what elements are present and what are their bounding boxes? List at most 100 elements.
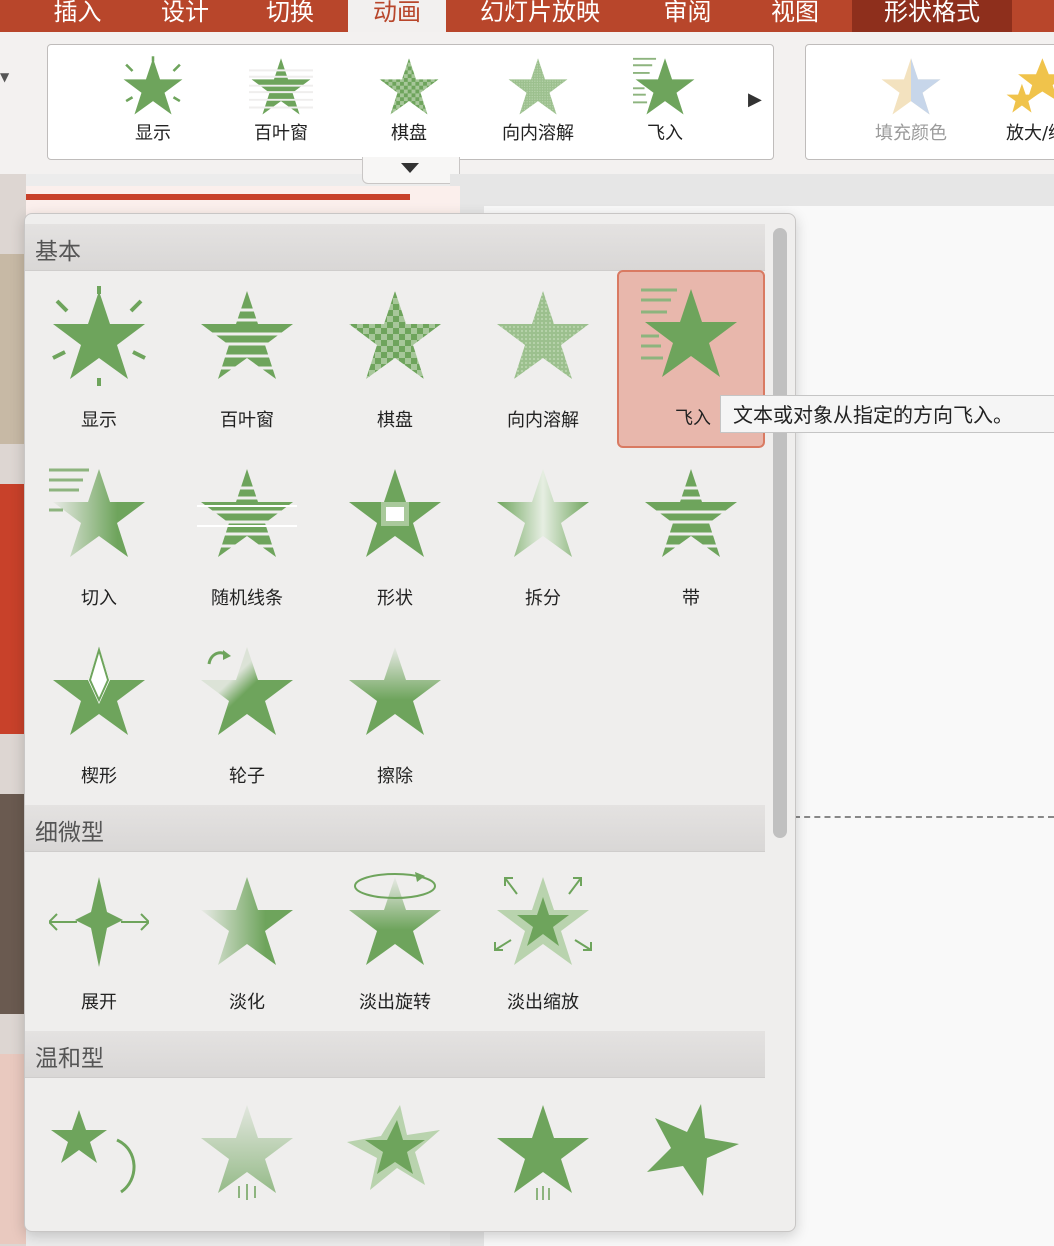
animation-gallery: 显示 百叶窗 棋盘 向内溶解 飞入 ▶ [47, 44, 774, 160]
effect-moderate-5[interactable] [617, 1086, 765, 1231]
effect-fade-zoom[interactable]: 淡出缩放 [469, 858, 617, 1036]
effect-label: 向内溶解 [507, 410, 579, 431]
gallery-expand-button[interactable] [362, 157, 460, 184]
section-title: 温和型 [35, 1046, 104, 1072]
tab-animations[interactable]: 动画 [348, 0, 446, 32]
effect-shape[interactable]: 形状 [321, 450, 469, 628]
effect-label: 百叶窗 [220, 410, 274, 431]
effect-moderate-3[interactable] [321, 1086, 469, 1231]
gallery-label: 棋盘 [391, 123, 427, 144]
split-star-icon [497, 469, 589, 557]
fade-star-icon [201, 877, 293, 965]
effect-wipe[interactable]: 擦除 [321, 628, 469, 806]
checkerboard-star-icon [379, 58, 439, 115]
effect-appear[interactable]: 显示 [25, 272, 173, 450]
expand-star-icon [49, 877, 149, 967]
effect-label: 随机线条 [211, 588, 283, 609]
gallery-label: 显示 [135, 123, 171, 144]
section-title: 基本 [35, 239, 81, 265]
section-title: 细微型 [35, 820, 104, 846]
effect-fade[interactable]: 淡化 [173, 858, 321, 1036]
tab-transitions[interactable]: 切换 [245, 0, 335, 32]
effect-moderate-1[interactable] [25, 1086, 173, 1231]
fill-color-star-icon [881, 58, 941, 115]
fly-in-star-icon [633, 57, 696, 116]
effect-dissolve-in[interactable]: 向内溶解 [469, 272, 617, 450]
dissolve-star-icon [497, 291, 589, 379]
gallery-item-appear[interactable]: 显示 [118, 55, 188, 145]
fly-in-star-icon [641, 287, 739, 379]
effect-blinds[interactable]: 百叶窗 [173, 272, 321, 450]
thumbnail-4[interactable] [0, 1054, 26, 1244]
effect-moderate-2[interactable] [173, 1086, 321, 1231]
gallery-item-checkerboard[interactable]: 棋盘 [374, 55, 444, 145]
effect-label: 淡出旋转 [359, 992, 431, 1013]
thumbnail-1[interactable] [0, 254, 26, 444]
checkerboard-star-icon [349, 291, 441, 379]
popup-scrollbar[interactable] [773, 228, 787, 838]
grow-shrink-button[interactable]: 放大/缩 [996, 55, 1054, 145]
section-header-subtle: 细微型 [25, 805, 765, 852]
strips-star-icon [641, 467, 741, 559]
ribbon: ▼ 显示 百叶窗 棋盘 向内溶解 飞入 ▶ 填充颜色 放大/缩 [0, 32, 1054, 174]
random-bars-star-icon [197, 467, 297, 559]
gallery-label: 飞入 [647, 123, 683, 144]
effect-label: 展开 [81, 992, 117, 1013]
effect-fade-swivel[interactable]: 淡出旋转 [321, 858, 469, 1036]
effect-peek-in[interactable]: 切入 [25, 450, 173, 628]
thumbnail-3[interactable] [0, 794, 26, 1014]
tab-view[interactable]: 视图 [750, 0, 840, 32]
effect-options-gallery: 填充颜色 放大/缩 [805, 44, 1054, 160]
effect-wedge[interactable]: 楔形 [25, 628, 173, 806]
tab-review[interactable]: 审阅 [640, 0, 735, 32]
fade-swivel-star-icon [349, 872, 441, 965]
tab-shape-format[interactable]: 形状格式 [852, 0, 1012, 32]
rise-up-star-icon [201, 1105, 293, 1200]
thumbnail-red-bar [0, 194, 410, 200]
effect-label: 淡化 [229, 992, 265, 1013]
effect-random-bars[interactable]: 随机线条 [173, 450, 321, 628]
gallery-next-arrow-icon[interactable]: ▶ [748, 89, 762, 110]
thumbnail-2[interactable] [0, 484, 26, 734]
effect-label: 切入 [81, 588, 117, 609]
tab-insert[interactable]: 插入 [30, 0, 125, 32]
wipe-star-icon [349, 647, 441, 735]
grow-shrink-star-icon [1006, 58, 1054, 113]
effect-checkerboard[interactable]: 棋盘 [321, 272, 469, 450]
effect-wheel[interactable]: 轮子 [173, 628, 321, 806]
effect-moderate-4[interactable] [469, 1086, 617, 1231]
placeholder-border [794, 816, 1054, 818]
gallery-item-blinds[interactable]: 百叶窗 [246, 55, 316, 145]
tab-slideshow[interactable]: 幻灯片放映 [460, 0, 620, 32]
effect-label: 形状 [377, 588, 413, 609]
tab-design[interactable]: 设计 [140, 0, 230, 32]
ascend-star-icon [497, 1105, 589, 1200]
ribbon-left-arrow-icon[interactable]: ▼ [0, 70, 9, 84]
effect-label: 楔形 [81, 766, 117, 787]
tab-overflow[interactable] [1018, 0, 1054, 32]
slide-thumbnail-strip[interactable] [0, 174, 26, 1246]
section-header-moderate: 温和型 [25, 1031, 765, 1078]
shape-star-icon [349, 469, 441, 557]
gallery-item-fly-in[interactable]: 飞入 [630, 55, 700, 145]
spinner-star-icon [347, 1105, 440, 1190]
appear-star-icon [123, 56, 183, 115]
effect-expand[interactable]: 展开 [25, 858, 173, 1036]
wedge-star-icon [53, 646, 145, 735]
swivel-star-icon [647, 1104, 739, 1196]
peek-in-star-icon [49, 468, 145, 557]
gallery-item-dissolve-in[interactable]: 向内溶解 [493, 55, 583, 145]
fade-zoom-star-icon [494, 877, 592, 965]
ribbon-tab-bar: 插入 设计 切换 动画 幻灯片放映 审阅 视图 形状格式 [0, 0, 1054, 32]
animation-gallery-popup: 基本 显示 百叶窗 棋盘 向内溶解 飞入 切入 随机线条 形状 拆分 带 楔形 … [24, 213, 796, 1232]
wheel-star-icon [201, 647, 293, 735]
fill-color-button[interactable]: 填充颜色 [871, 55, 951, 145]
effect-split[interactable]: 拆分 [469, 450, 617, 628]
fill-color-label: 填充颜色 [875, 123, 947, 144]
blinds-star-icon [249, 57, 313, 116]
effect-label: 擦除 [377, 766, 413, 787]
gallery-label: 百叶窗 [254, 123, 308, 144]
effect-label: 淡出缩放 [507, 992, 579, 1013]
dissolve-star-icon [508, 58, 568, 115]
effect-strips[interactable]: 带 [617, 450, 765, 628]
